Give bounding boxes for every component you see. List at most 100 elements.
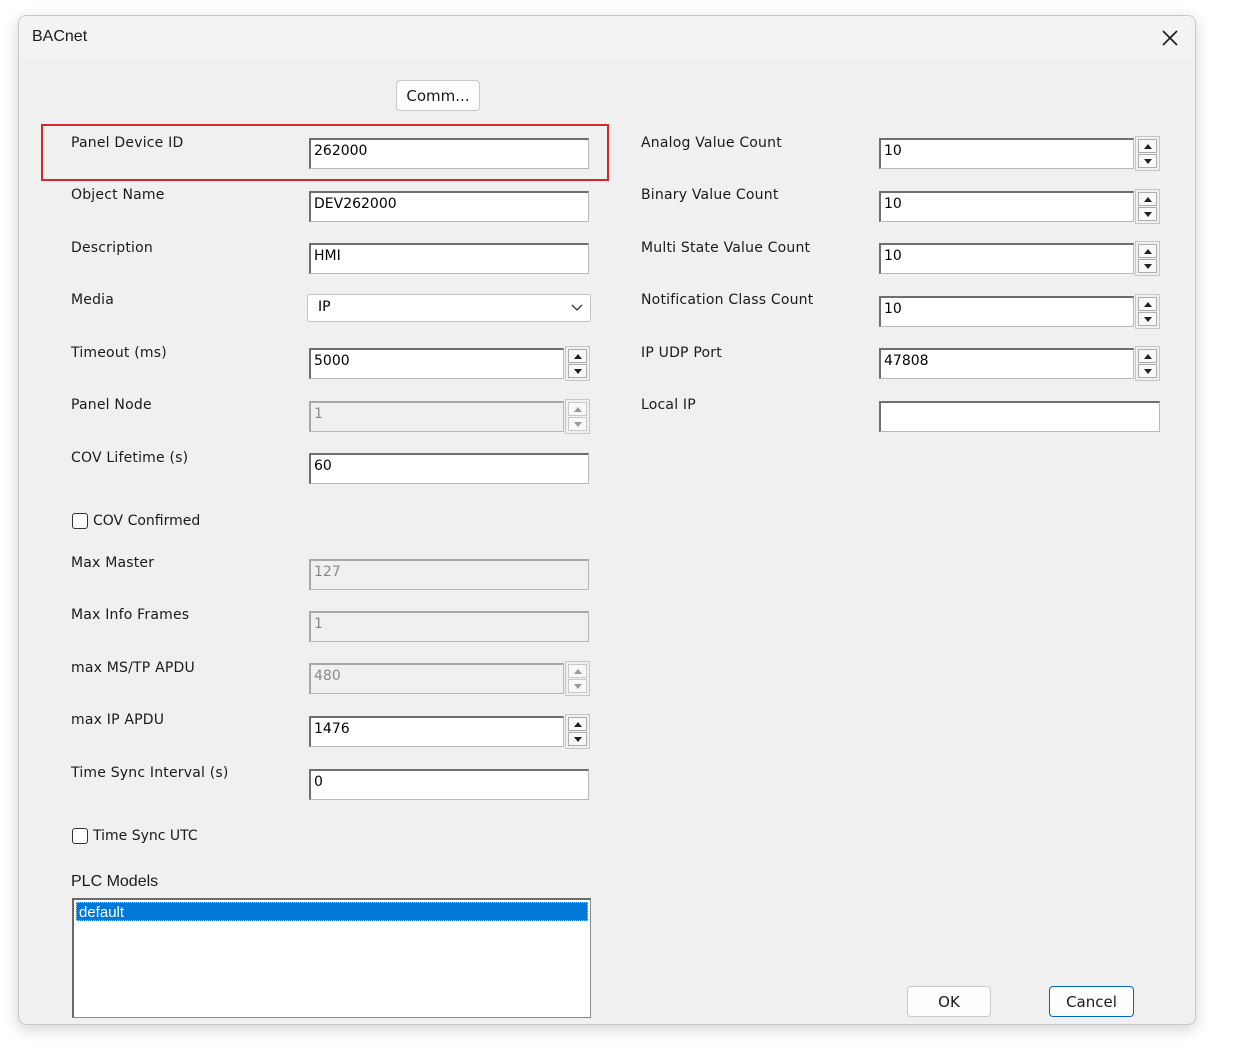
spin-up-button: [568, 664, 587, 678]
arrow-up-icon: [1143, 143, 1152, 149]
media-label: Media: [71, 292, 115, 308]
time-sync-interval-label: Time Sync Interval (s): [71, 765, 229, 781]
max-mstp-apdu-label: max MS/TP APDU: [71, 660, 195, 676]
analog-value-count-input[interactable]: 10: [879, 138, 1134, 169]
max-mstp-apdu-spinner: [565, 661, 590, 696]
plc-models-listbox[interactable]: default: [72, 898, 591, 1018]
multi-state-value-count-label: Multi State Value Count: [641, 240, 811, 256]
arrow-down-icon: [573, 683, 582, 689]
close-button[interactable]: [1145, 16, 1195, 60]
chevron-down-icon: [571, 304, 583, 311]
multi-state-value-count-input[interactable]: 10: [879, 243, 1134, 274]
max-master-input: 127: [309, 559, 589, 590]
binary-value-count-input[interactable]: 10: [879, 191, 1134, 222]
arrow-down-icon: [1143, 368, 1152, 374]
ip-udp-port-spinner[interactable]: [1135, 346, 1160, 381]
arrow-up-icon: [573, 668, 582, 674]
arrow-down-icon: [1143, 263, 1152, 269]
spin-down-button: [568, 679, 587, 693]
time-sync-utc-checkbox[interactable]: Time Sync UTC: [72, 828, 198, 844]
multi-state-value-count-spinner[interactable]: [1135, 241, 1160, 276]
spin-down-button[interactable]: [1138, 259, 1157, 273]
timeout-label: Timeout (ms): [71, 345, 167, 361]
title-bar: BACnet: [19, 16, 1195, 60]
checkbox-box[interactable]: [72, 828, 88, 844]
spin-down-button[interactable]: [568, 732, 587, 746]
arrow-up-icon: [1143, 248, 1152, 254]
panel-device-id-label: Panel Device ID: [71, 135, 184, 151]
arrow-up-icon: [573, 406, 582, 412]
object-name-input[interactable]: DEV262000: [309, 191, 589, 222]
spin-down-button[interactable]: [1138, 154, 1157, 168]
max-mstp-apdu-input: 480: [309, 663, 564, 694]
plc-models-label: PLC Models: [71, 873, 159, 890]
cancel-button[interactable]: Cancel: [1049, 986, 1134, 1017]
spin-down-button[interactable]: [1138, 364, 1157, 378]
bacnet-dialog: BACnet Comm... Panel Device ID 262000 Ob…: [18, 15, 1196, 1025]
panel-node-label: Panel Node: [71, 397, 152, 413]
arrow-down-icon: [1143, 158, 1152, 164]
analog-value-count-spinner[interactable]: [1135, 136, 1160, 171]
ip-udp-port-label: IP UDP Port: [641, 345, 722, 361]
analog-value-count-label: Analog Value Count: [641, 135, 782, 151]
time-sync-utc-label: Time Sync UTC: [93, 828, 198, 844]
local-ip-input[interactable]: [879, 401, 1160, 432]
checkbox-box[interactable]: [72, 513, 88, 529]
spin-up-button[interactable]: [1138, 139, 1157, 153]
max-master-label: Max Master: [71, 555, 155, 571]
binary-value-count-spinner[interactable]: [1135, 189, 1160, 224]
object-name-label: Object Name: [71, 187, 165, 203]
media-select[interactable]: IP: [307, 294, 591, 322]
ip-udp-port-input[interactable]: 47808: [879, 348, 1134, 379]
arrow-up-icon: [573, 721, 582, 727]
arrow-up-icon: [1143, 353, 1152, 359]
arrow-down-icon: [573, 736, 582, 742]
spin-down-button[interactable]: [1138, 207, 1157, 221]
spin-up-button[interactable]: [568, 349, 587, 363]
timeout-spinner[interactable]: [565, 346, 590, 381]
binary-value-count-label: Binary Value Count: [641, 187, 779, 203]
max-info-frames-input: 1: [309, 611, 589, 642]
arrow-down-icon: [1143, 316, 1152, 322]
cov-confirmed-label: COV Confirmed: [93, 513, 201, 529]
time-sync-interval-input[interactable]: 0: [309, 769, 589, 800]
spin-up-button[interactable]: [1138, 297, 1157, 311]
arrow-up-icon: [573, 353, 582, 359]
local-ip-label: Local IP: [641, 397, 696, 413]
description-input[interactable]: HMI: [309, 243, 589, 274]
cov-lifetime-label: COV Lifetime (s): [71, 450, 189, 466]
spin-up-button: [568, 402, 587, 416]
timeout-input[interactable]: 5000: [309, 348, 564, 379]
spin-up-button[interactable]: [1138, 244, 1157, 258]
spin-up-button[interactable]: [568, 717, 587, 731]
cov-lifetime-input[interactable]: 60: [309, 453, 589, 484]
spin-down-button[interactable]: [1138, 312, 1157, 326]
max-ip-apdu-input[interactable]: 1476: [309, 716, 564, 747]
spin-down-button[interactable]: [568, 364, 587, 378]
max-ip-apdu-spinner[interactable]: [565, 714, 590, 749]
list-item[interactable]: default: [76, 902, 588, 921]
spin-up-button[interactable]: [1138, 349, 1157, 363]
close-icon: [1162, 30, 1178, 46]
notification-class-count-spinner[interactable]: [1135, 294, 1160, 329]
arrow-down-icon: [573, 368, 582, 374]
arrow-up-icon: [1143, 301, 1152, 307]
spin-up-button[interactable]: [1138, 192, 1157, 206]
ok-button[interactable]: OK: [907, 986, 991, 1017]
notification-class-count-input[interactable]: 10: [879, 296, 1134, 327]
max-ip-apdu-label: max IP APDU: [71, 712, 165, 728]
description-label: Description: [71, 240, 153, 256]
max-info-frames-label: Max Info Frames: [71, 607, 190, 623]
panel-device-id-input[interactable]: 262000: [309, 138, 589, 169]
panel-node-input: 1: [309, 401, 564, 432]
arrow-down-icon: [573, 421, 582, 427]
notification-class-count-label: Notification Class Count: [641, 292, 814, 308]
spin-down-button: [568, 417, 587, 431]
window-title: BACnet: [32, 28, 88, 45]
comm-button[interactable]: Comm...: [396, 80, 480, 111]
panel-node-spinner: [565, 399, 590, 434]
arrow-down-icon: [1143, 211, 1152, 217]
arrow-up-icon: [1143, 196, 1152, 202]
cov-confirmed-checkbox[interactable]: COV Confirmed: [72, 513, 200, 529]
media-select-value: IP: [318, 299, 331, 315]
